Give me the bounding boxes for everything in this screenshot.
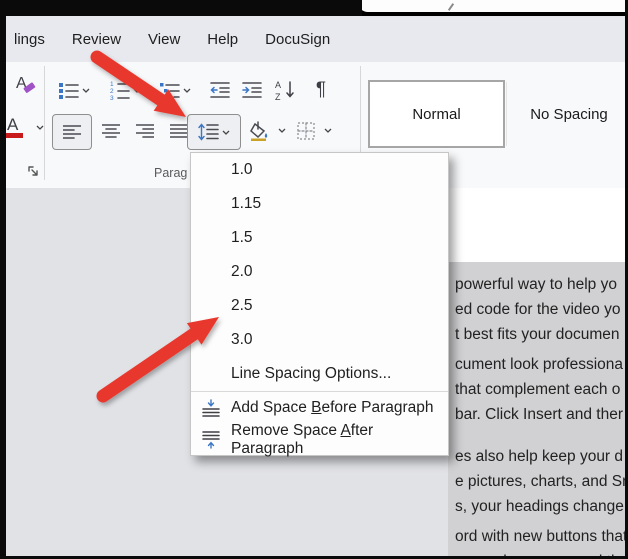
ribbon-tabs: lings Review View Help DocuSign [14,16,357,62]
menu-option-2.0[interactable]: 2.0 [191,255,448,289]
document-text-line: es also help keep your d [455,448,624,465]
multilevel-list-icon [159,83,180,99]
menu-item-add-space-before[interactable]: Add Space Before Paragraph [191,392,448,424]
group-divider [44,66,45,180]
word-ribbon-screenshot: { "menu_bar": { "tabs": ["lings", "Revie… [0,0,628,559]
pilcrow-icon: ¶ [315,78,327,100]
add-space-before-icon [202,399,220,417]
bullets-button[interactable] [52,76,96,104]
chevron-down-icon[interactable] [278,128,286,133]
decrease-indent-icon [210,82,230,98]
document-text-line: bar. Click Insert and ther [455,406,623,423]
document-text-line: w up where you need the [455,549,628,556]
style-normal-label: Normal [412,105,461,123]
chevron-down-icon[interactable] [324,128,332,133]
chevron-down-icon[interactable] [36,125,44,130]
tab-review[interactable]: Review [72,31,121,48]
menu-option-1.0[interactable]: 1.0 [191,153,448,187]
document-text-line: e pictures, charts, and Sm [455,473,628,490]
style-no-spacing[interactable]: No Spacing [507,80,628,148]
tab-help[interactable]: Help [207,31,238,48]
menu-option-1.5[interactable]: 1.5 [191,221,448,255]
clear-formatting-icon: A [16,75,36,93]
align-right-button[interactable] [132,118,158,144]
paragraph: cument look professiona that complement e… [455,352,628,427]
screenshot-frame [0,0,362,16]
menu-option-1.15[interactable]: 1.15 [191,187,448,221]
line-spacing-menu: 1.0 1.15 1.5 2.0 2.5 3.0 Line Spacing Options… [190,152,449,457]
document-text-line: t best fits your documen [455,326,620,343]
svg-text:2: 2 [110,88,114,95]
numbering-icon: 1 2 3 [110,81,130,100]
paragraph: es also help keep your d e pictures, char… [455,444,628,519]
paragraph: powerful way to help yo ed code for the v… [455,272,628,347]
show-formatting-button[interactable]: ¶ [308,74,334,104]
align-left-icon [63,125,81,139]
svg-text:A: A [7,115,19,134]
increase-indent-button[interactable] [240,78,264,102]
selected-text-block[interactable]: powerful way to help yo ed code for the v… [448,262,628,556]
shading-button[interactable] [246,118,274,144]
style-no-spacing-label: No Spacing [530,105,608,123]
font-dialog-launcher[interactable] [26,164,42,180]
menu-bar: lings Review View Help DocuSign [6,16,625,62]
line-spacing-icon [198,123,219,141]
svg-text:1: 1 [110,81,114,88]
spacing-options: 1.0 1.15 1.5 2.0 2.5 3.0 [191,153,448,357]
menu-item-label: Remove Space After Paragraph [231,422,374,457]
clear-formatting-button[interactable]: A [10,70,40,98]
align-left-button[interactable] [52,114,92,150]
chevron-down-icon [133,88,140,93]
tab-view[interactable]: View [148,31,180,48]
menu-option-3.0[interactable]: 3.0 [191,323,448,357]
align-right-icon [136,124,154,138]
document-text-line: ed code for the video yo [455,301,621,318]
chevron-down-icon [222,130,230,135]
popup-remnant [358,0,628,12]
svg-text:Z: Z [275,92,281,101]
paragraph: ord with new buttons that w up where you … [455,524,628,556]
remove-space-after-icon [202,431,220,449]
decrease-indent-button[interactable] [208,78,232,102]
svg-text:A: A [275,80,281,90]
bullets-icon [58,83,79,99]
screenshot-frame [0,0,6,559]
line-spacing-button[interactable] [187,114,241,150]
document-text-line: cument look professiona [455,356,624,373]
tab-lings[interactable]: lings [14,31,45,48]
sort-button[interactable]: A Z [270,76,302,104]
multilevel-list-button[interactable] [152,76,198,104]
borders-icon [297,122,315,140]
menu-item-label: Add Space Before Paragraph [231,399,434,416]
paint-bucket-icon [250,121,268,141]
align-center-icon [102,124,120,138]
menu-item-remove-space-after[interactable]: Remove Space After Paragraph [191,422,448,457]
document-text-line: ord with new buttons that [455,528,628,545]
align-center-button[interactable] [98,118,124,144]
tab-docusign[interactable]: DocuSign [265,31,330,48]
sort-icon: A Z [275,80,294,101]
pen-mark-icon [447,3,455,11]
document-text-line: s, your headings change t [455,498,628,515]
chevron-down-icon [82,88,89,93]
dialog-launcher-icon [28,166,38,176]
borders-button[interactable] [292,118,320,144]
document-text-line: that complement each o [455,381,621,398]
numbering-button[interactable]: 1 2 3 [102,76,148,104]
paragraph-group-label: Parag [154,166,188,180]
document-text-line: powerful way to help yo [455,276,617,293]
style-normal[interactable]: Normal [368,80,505,148]
document-page[interactable]: powerful way to help yo ed code for the v… [448,188,628,556]
increase-indent-icon [242,82,262,98]
menu-item-line-spacing-options[interactable]: Line Spacing Options... [191,357,448,391]
menu-option-2.5[interactable]: 2.5 [191,289,448,323]
chevron-down-icon [183,88,190,93]
svg-text:3: 3 [110,95,114,100]
justify-icon [170,124,188,138]
